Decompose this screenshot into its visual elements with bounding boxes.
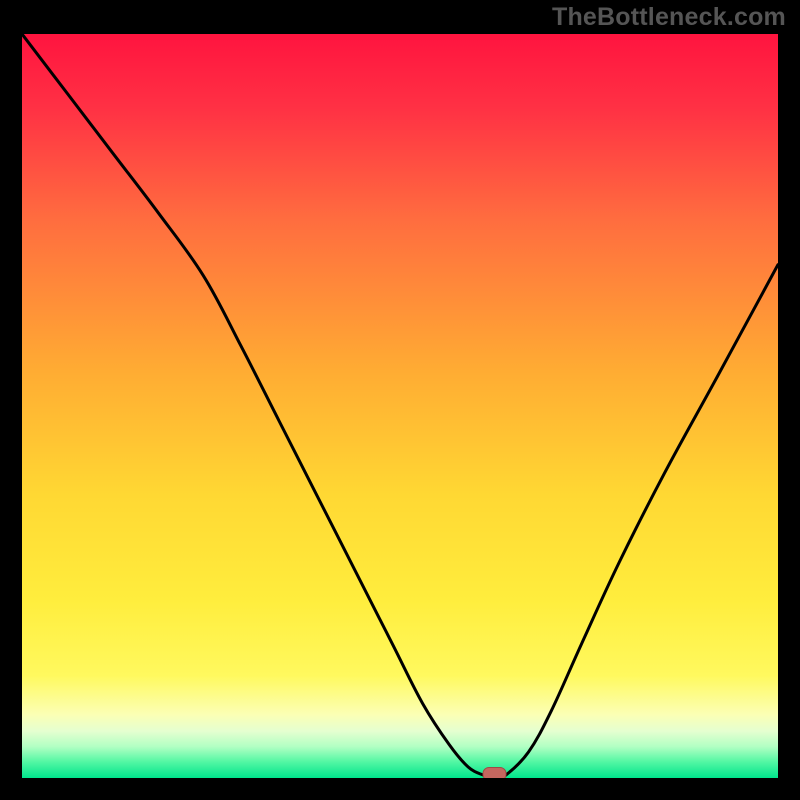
plot-svg bbox=[22, 34, 778, 778]
watermark-text: TheBottleneck.com bbox=[552, 3, 786, 32]
chart-frame: TheBottleneck.com bbox=[0, 0, 800, 800]
plot-area bbox=[22, 34, 778, 778]
optimum-marker bbox=[483, 768, 506, 779]
gradient-background bbox=[22, 34, 778, 778]
